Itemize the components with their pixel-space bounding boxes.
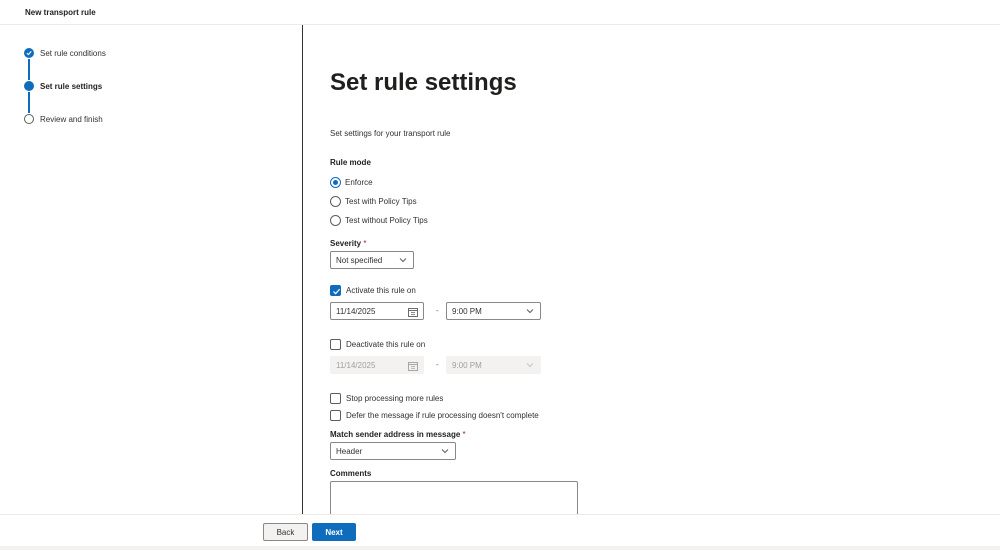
deactivate-date-input: 11/14/2025 xyxy=(330,356,424,374)
severity-value: Not specified xyxy=(336,255,383,265)
radio-button[interactable] xyxy=(330,214,341,226)
page-subtitle: Set settings for your transport rule xyxy=(330,129,451,138)
radio-label: Test with Policy Tips xyxy=(345,196,417,206)
severity-label: Severity * xyxy=(330,239,367,248)
match-sender-dropdown[interactable]: Header xyxy=(330,442,456,460)
comments-label: Comments xyxy=(330,469,372,478)
radio-button[interactable] xyxy=(330,176,341,188)
current-step-dot-icon xyxy=(24,81,34,91)
time-value: 9:00 PM xyxy=(452,306,482,316)
time-value: 9:00 PM xyxy=(452,360,482,370)
step-set-rule-conditions[interactable]: Set rule conditions xyxy=(24,47,284,80)
radio-test-without-policy-tips[interactable]: Test without Policy Tips xyxy=(330,213,428,227)
match-sender-label: Match sender address in message * xyxy=(330,430,466,439)
date-time-separator: - xyxy=(436,306,439,315)
severity-dropdown[interactable]: Not specified xyxy=(330,251,414,269)
date-value: 11/14/2025 xyxy=(336,306,376,316)
deactivate-rule-checkbox-row[interactable]: Deactivate this rule on xyxy=(330,337,425,351)
date-value: 11/14/2025 xyxy=(336,360,376,370)
bottom-edge xyxy=(0,546,1000,550)
comments-textarea[interactable] xyxy=(330,481,578,515)
severity-label-text: Severity xyxy=(330,239,362,248)
stop-processing-checkbox[interactable] xyxy=(330,392,341,404)
checkbox-label: Stop processing more rules xyxy=(346,393,444,403)
step-label: Review and finish xyxy=(40,115,103,124)
chevron-down-icon xyxy=(526,363,534,368)
deactivate-rule-checkbox[interactable] xyxy=(330,338,341,350)
activate-date-input[interactable]: 11/14/2025 xyxy=(330,302,424,320)
footer-bar: Back Next xyxy=(0,514,1000,550)
checkbox-label: Deactivate this rule on xyxy=(346,339,426,349)
deactivate-time-dropdown: 9:00 PM xyxy=(446,356,541,374)
check-circle-icon xyxy=(24,48,34,58)
step-label: Set rule settings xyxy=(40,82,103,91)
required-asterisk: * xyxy=(363,239,367,248)
page-title: Set rule settings xyxy=(330,69,517,96)
main-content[interactable]: Set rule settings Set settings for your … xyxy=(303,25,1000,515)
match-sender-label-text: Match sender address in message xyxy=(330,430,461,439)
back-button[interactable]: Back xyxy=(263,523,308,541)
empty-circle-icon xyxy=(24,114,34,124)
header-bar: New transport rule xyxy=(0,0,1000,25)
radio-enforce[interactable]: Enforce xyxy=(330,175,373,189)
wizard-stepper: Set rule conditions Set rule settings Re… xyxy=(24,47,284,146)
radio-test-with-policy-tips[interactable]: Test with Policy Tips xyxy=(330,194,417,208)
stop-processing-checkbox-row[interactable]: Stop processing more rules xyxy=(330,391,443,405)
panel-title: New transport rule xyxy=(25,8,96,17)
activate-time-dropdown[interactable]: 9:00 PM xyxy=(446,302,541,320)
calendar-icon xyxy=(408,362,418,371)
radio-label: Enforce xyxy=(345,177,373,187)
checkbox-label: Activate this rule on xyxy=(346,285,416,295)
chevron-down-icon xyxy=(441,449,449,454)
activate-rule-checkbox[interactable] xyxy=(330,284,341,296)
activate-rule-checkbox-row[interactable]: Activate this rule on xyxy=(330,283,416,297)
defer-message-checkbox[interactable] xyxy=(330,409,341,421)
match-sender-value: Header xyxy=(336,446,363,456)
chevron-down-icon xyxy=(399,258,407,263)
step-review-and-finish[interactable]: Review and finish xyxy=(24,113,284,146)
checkbox-label: Defer the message if rule processing doe… xyxy=(346,410,539,420)
next-button[interactable]: Next xyxy=(312,523,356,541)
required-asterisk: * xyxy=(462,430,466,439)
step-label: Set rule conditions xyxy=(40,49,106,58)
calendar-icon[interactable] xyxy=(408,307,418,317)
radio-label: Test without Policy Tips xyxy=(345,215,428,225)
chevron-down-icon xyxy=(526,309,534,314)
date-time-separator: - xyxy=(436,360,439,369)
defer-message-checkbox-row[interactable]: Defer the message if rule processing doe… xyxy=(330,408,539,422)
radio-button[interactable] xyxy=(330,195,341,207)
rule-mode-label: Rule mode xyxy=(330,158,371,167)
step-set-rule-settings[interactable]: Set rule settings xyxy=(24,80,284,113)
